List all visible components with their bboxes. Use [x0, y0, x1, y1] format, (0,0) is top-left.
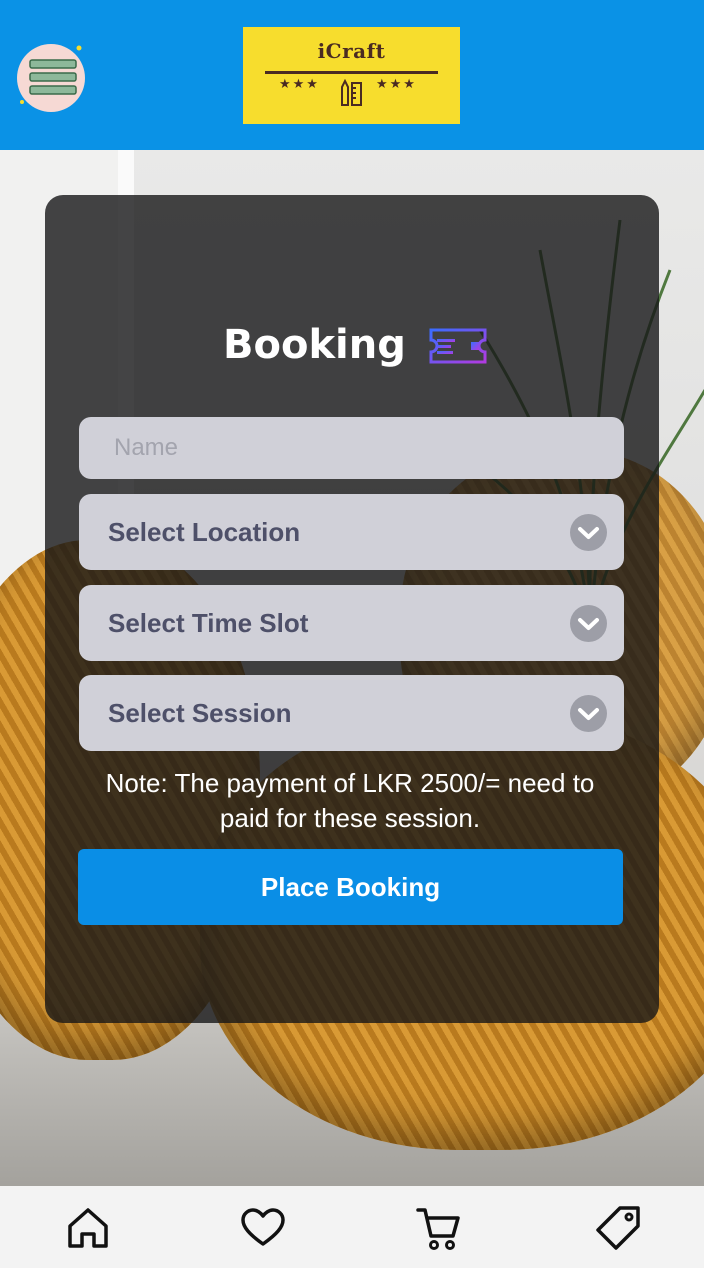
menu-button[interactable] — [17, 44, 85, 112]
icraft-logo: iCraft ★★★ ★★★ — [243, 27, 460, 124]
chevron-down-icon — [570, 695, 607, 732]
tag-icon — [596, 1206, 640, 1250]
payment-note: Note: The payment of LKR 2500/= need to … — [105, 768, 595, 833]
place-booking-button[interactable]: Place Booking — [78, 849, 623, 925]
session-select[interactable]: Select Session — [79, 675, 624, 751]
bottom-nav — [0, 1186, 704, 1268]
session-select-label: Select Session — [108, 698, 292, 728]
nav-favorites[interactable] — [239, 1204, 287, 1252]
ticket-icon — [429, 328, 487, 364]
logo-stars-left: ★★★ — [279, 77, 320, 92]
heart-icon — [241, 1208, 285, 1246]
nav-offers[interactable] — [594, 1204, 642, 1252]
nav-cart[interactable] — [414, 1204, 462, 1252]
page-title: Booking — [223, 322, 406, 368]
logo-title: iCraft — [317, 39, 386, 63]
time-slot-select[interactable]: Select Time Slot — [79, 585, 624, 661]
logo-divider — [265, 71, 438, 74]
nav-home[interactable] — [64, 1204, 112, 1252]
booking-screen: iCraft ★★★ ★★★ Booking Name Select Locat… — [0, 0, 704, 1268]
chevron-down-icon — [570, 605, 607, 642]
home-icon — [68, 1208, 108, 1248]
time-slot-select-label: Select Time Slot — [108, 608, 309, 638]
logo-stars-right: ★★★ — [376, 77, 417, 92]
chevron-down-icon — [570, 514, 607, 551]
pencil-ruler-icon — [341, 79, 362, 106]
cart-icon — [416, 1208, 460, 1250]
hamburger-menu-icon — [20, 45, 82, 104]
location-select[interactable]: Select Location — [79, 494, 624, 570]
name-input[interactable] — [79, 417, 624, 479]
location-select-label: Select Location — [108, 517, 301, 547]
app-header: iCraft ★★★ ★★★ — [0, 0, 704, 150]
